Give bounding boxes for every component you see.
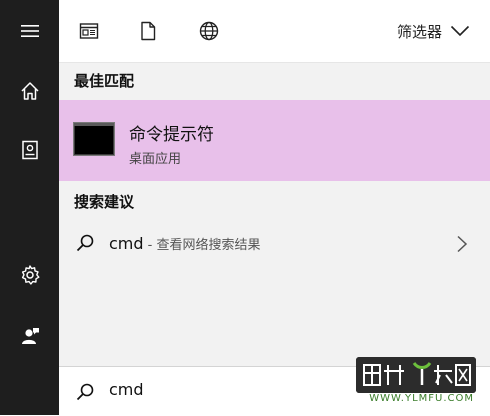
gear-icon — [21, 265, 39, 285]
web-globe-icon — [199, 21, 219, 41]
suggestions-heading: 搜索建议 — [74, 193, 135, 211]
filter-label: 筛选器 — [396, 22, 442, 41]
left-rail — [0, 0, 59, 415]
suggestion-text: cmd - 查看网络搜索结果 — [109, 234, 261, 253]
document-icon — [141, 21, 156, 41]
apps-filter-button[interactable] — [76, 18, 102, 44]
search-toolbar: 筛选器 — [59, 0, 490, 63]
notebook-icon — [21, 140, 38, 160]
filter-dropdown[interactable]: 筛选器 — [397, 18, 470, 44]
web-suggestion-row[interactable]: cmd - 查看网络搜索结果 — [59, 222, 490, 266]
search-panel: 筛选器 最佳匹配 命令提示符 桌面应用 搜索建议 cmd - 查看网络搜索结果 … — [59, 0, 490, 416]
feedback-button[interactable] — [0, 314, 59, 358]
chevron-down-icon — [450, 25, 470, 37]
best-match-subtitle: 桌面应用 — [129, 152, 182, 167]
best-match-heading: 最佳匹配 — [74, 72, 135, 90]
web-filter-button[interactable] — [196, 18, 222, 44]
chevron-right-icon[interactable] — [456, 235, 468, 253]
search-icon — [76, 234, 94, 252]
apps-icon — [79, 23, 99, 39]
home-icon — [20, 82, 39, 100]
notebook-button[interactable] — [0, 128, 59, 172]
search-icon — [76, 383, 94, 401]
watermark-logo — [356, 357, 476, 393]
suggestion-note: - 查看网络搜索结果 — [143, 238, 261, 253]
user-feedback-icon — [21, 328, 39, 344]
site-watermark: WWW.YLMFU.COM — [352, 357, 484, 407]
documents-filter-button[interactable] — [135, 18, 161, 44]
menu-icon — [20, 25, 39, 37]
best-match-result[interactable]: 命令提示符 桌面应用 — [59, 100, 490, 181]
command-prompt-icon — [73, 122, 115, 156]
watermark-url: WWW.YLMFU.COM — [369, 393, 474, 404]
best-match-title: 命令提示符 — [129, 125, 214, 145]
home-button[interactable] — [0, 69, 59, 113]
suggestion-query: cmd — [109, 234, 144, 253]
settings-button[interactable] — [0, 253, 59, 297]
search-input-value[interactable]: cmd — [109, 380, 144, 399]
menu-button[interactable] — [0, 9, 59, 53]
